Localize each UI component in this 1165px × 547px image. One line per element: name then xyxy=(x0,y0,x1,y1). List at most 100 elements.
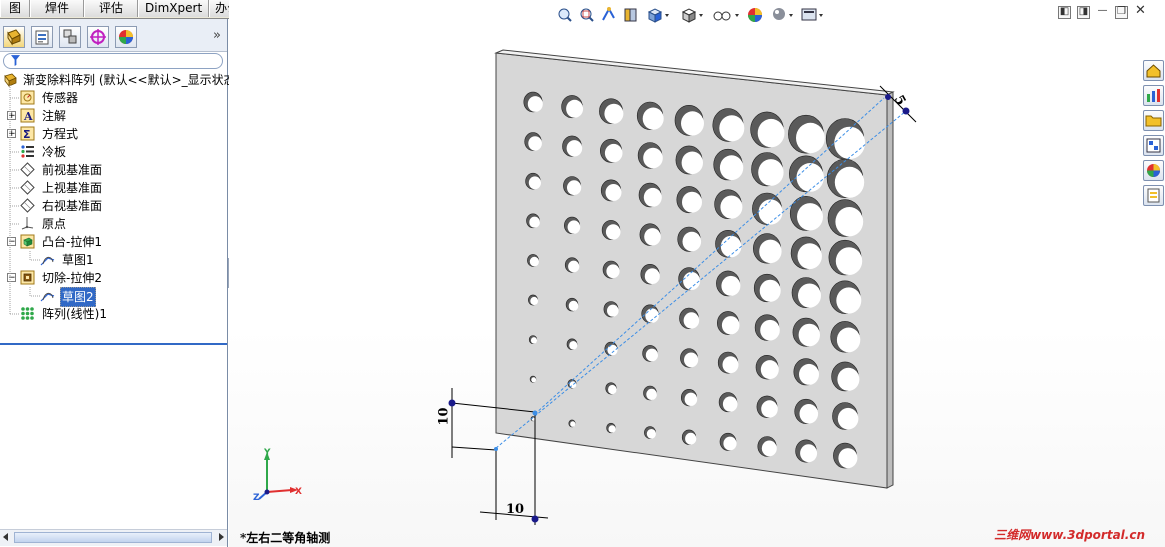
appearance-icon xyxy=(119,30,133,44)
hole-highlight xyxy=(683,272,701,290)
property-manager-tab[interactable] xyxy=(31,26,53,48)
hole-highlight xyxy=(604,143,623,163)
hole-highlight xyxy=(529,216,540,228)
tab-view[interactable]: 图 xyxy=(0,0,31,17)
hole-highlight xyxy=(760,360,779,380)
hole-highlight xyxy=(838,448,858,469)
hole-highlight xyxy=(685,432,697,445)
hole-highlight xyxy=(608,425,616,433)
rollback-bar[interactable] xyxy=(0,343,227,345)
hole-highlight xyxy=(761,440,777,457)
file-explorer-icon[interactable] xyxy=(1143,110,1164,131)
panel-tab-bar: » xyxy=(0,19,227,52)
hole-highlight xyxy=(719,155,744,181)
hole-highlight xyxy=(799,363,819,385)
hole-highlight xyxy=(646,429,657,439)
hole-highlight xyxy=(758,159,784,186)
tab-dimxpert[interactable]: DimXpert xyxy=(138,0,210,17)
hole-highlight xyxy=(643,147,663,169)
view-palette-icon[interactable] xyxy=(1143,135,1164,156)
tab-evaluate[interactable]: 评估 xyxy=(84,0,139,17)
hole-highlight xyxy=(567,220,581,234)
hole-highlight xyxy=(684,352,699,368)
hole-highlight xyxy=(799,404,819,424)
hole-highlight xyxy=(719,115,745,142)
horizontal-scrollbar[interactable] xyxy=(0,529,227,546)
coordinate-triad xyxy=(258,452,298,500)
custom-properties-icon[interactable] xyxy=(1143,185,1164,206)
hole-highlight xyxy=(568,260,580,273)
hole-highlight xyxy=(530,337,538,344)
hole-highlight xyxy=(646,388,657,400)
dimension-vertical-label[interactable]: 10 xyxy=(437,407,452,425)
tree-connector-lines xyxy=(9,85,40,315)
hole-highlight xyxy=(643,187,662,207)
configuration-manager-tab[interactable] xyxy=(59,26,81,48)
scroll-thumb[interactable] xyxy=(14,532,212,543)
hole-highlight xyxy=(759,239,782,264)
hole-highlight xyxy=(607,304,619,317)
hole-highlight xyxy=(567,180,582,196)
triad-z-label: Z xyxy=(253,493,260,503)
hole-highlight xyxy=(566,140,583,157)
hole-highlight xyxy=(604,103,624,124)
dimxpert-manager-tab[interactable] xyxy=(87,26,109,48)
hole-highlight xyxy=(570,421,576,427)
design-library-icon[interactable] xyxy=(1143,85,1164,106)
hole-highlight xyxy=(682,191,702,213)
hole-highlight xyxy=(644,228,661,246)
hole-highlight xyxy=(569,341,578,350)
dimension-horizontal-label[interactable]: 10 xyxy=(506,502,524,517)
task-pane-strip xyxy=(1141,60,1165,210)
more-tabs-chevron-icon[interactable]: » xyxy=(213,28,221,43)
hole-highlight xyxy=(758,199,783,225)
tab-weldments[interactable]: 焊件 xyxy=(30,0,85,17)
hole-highlight xyxy=(761,400,778,418)
hole-highlight xyxy=(796,163,824,192)
appearances-scenes-icon[interactable] xyxy=(1143,160,1164,181)
triad-y-label: Y xyxy=(264,448,271,458)
scroll-left-icon[interactable] xyxy=(3,533,8,541)
hole-highlight xyxy=(834,166,865,198)
hole-highlight xyxy=(721,316,740,335)
hole-highlight xyxy=(642,107,664,130)
hole-highlight xyxy=(722,356,739,374)
crosshair-icon xyxy=(90,29,106,45)
hole-highlight xyxy=(797,243,822,270)
graphics-area[interactable]: ◧ ◨ — ❐ ✕ 5 10 10 Y X Z xyxy=(229,0,1165,547)
tree-item-label: 草图1 xyxy=(62,253,94,267)
hole-highlight xyxy=(759,279,781,302)
hole-highlight xyxy=(798,323,820,347)
display-manager-tab[interactable] xyxy=(115,26,137,48)
hole-highlight xyxy=(757,118,785,148)
hole-highlight xyxy=(797,203,823,231)
hole-highlight xyxy=(798,283,821,308)
hole-highlight xyxy=(608,384,617,395)
hole-highlight xyxy=(683,312,700,329)
hole-highlight xyxy=(530,296,539,306)
hole-highlight xyxy=(800,444,818,463)
hole-highlight xyxy=(681,111,704,136)
hole-highlight xyxy=(837,367,860,391)
view-orientation-name: *左右二等角轴测 xyxy=(240,531,331,545)
hole-highlight xyxy=(836,287,862,314)
filter-icon xyxy=(11,55,20,66)
hole-highlight xyxy=(529,256,540,267)
hole-highlight xyxy=(760,319,780,341)
watermark-text: 三维网www.3dportal.cn xyxy=(994,528,1145,542)
hole-highlight xyxy=(644,268,660,285)
scroll-right-icon[interactable] xyxy=(219,533,224,541)
tree-filter-input[interactable] xyxy=(3,53,223,69)
hole-highlight xyxy=(835,207,864,237)
tree-item-label-selected: 草图2 xyxy=(60,287,96,307)
hole-highlight xyxy=(684,392,698,406)
hole-highlight xyxy=(796,122,825,154)
hole-highlight xyxy=(606,264,620,279)
hole-highlight xyxy=(837,407,859,430)
plate-side-edge xyxy=(886,91,894,489)
solidworks-resources-icon[interactable] xyxy=(1143,60,1164,81)
hole-highlight xyxy=(528,176,542,190)
hole-highlight xyxy=(607,344,618,356)
feature-manager-tab[interactable] xyxy=(3,26,25,48)
hole-highlight xyxy=(681,151,703,175)
